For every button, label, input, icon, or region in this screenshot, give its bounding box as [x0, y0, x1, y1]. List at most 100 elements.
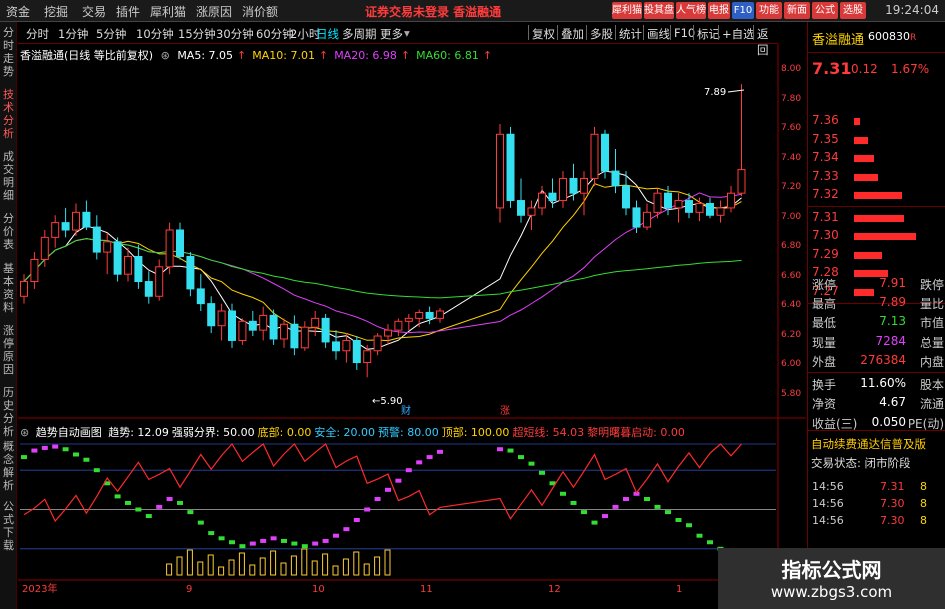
- stat-row: 最高 7.89 量比: [808, 294, 945, 311]
- candle-body: [436, 310, 444, 319]
- top-button-7[interactable]: 公式: [812, 2, 838, 19]
- period-tab-9[interactable]: 多周期: [342, 26, 377, 42]
- top-button-3[interactable]: 电报: [708, 2, 730, 19]
- bid-row: 7.30: [808, 227, 945, 245]
- candle-body: [548, 192, 557, 202]
- quote-panel: 香溢融通 600830R 7.31 0.12 1.67% 7.36 7.35 7.3…: [807, 22, 945, 609]
- chevron-down-icon[interactable]: ▾: [404, 26, 410, 40]
- trend-segment: [333, 533, 339, 538]
- indicator-item-3: 安全: 20.00: [314, 426, 376, 439]
- candle-body: [674, 200, 683, 209]
- menu-item-price[interactable]: 消价额: [242, 3, 278, 20]
- side-tab-0[interactable]: 分时走势: [1, 26, 16, 78]
- candle-body: [176, 229, 184, 258]
- tool-separator: [557, 25, 558, 40]
- period-tab-2[interactable]: 5分钟: [96, 26, 126, 42]
- side-tab-4[interactable]: 基本资料: [1, 262, 16, 314]
- ask-row: 7.35: [808, 131, 945, 149]
- date-tick: 2023年: [22, 582, 57, 595]
- side-tab-2[interactable]: 成交明细: [1, 150, 16, 202]
- trend-segment: [239, 544, 246, 549]
- top-button-8[interactable]: 选股: [840, 2, 866, 19]
- bid-price: 7.29: [812, 246, 839, 261]
- tool-button-6[interactable]: 标记: [697, 26, 720, 42]
- top-button-1[interactable]: 投其盘: [644, 2, 674, 19]
- trend-segment: [675, 517, 682, 522]
- period-tab-5[interactable]: 30分钟: [216, 26, 254, 42]
- side-tab-5[interactable]: 涨停原因: [1, 324, 16, 376]
- trend-segment: [591, 520, 598, 525]
- candle-body: [238, 320, 247, 341]
- menu-item-dig[interactable]: 挖掘: [44, 3, 68, 20]
- tool-button-7[interactable]: +自选: [722, 26, 755, 42]
- stat-label-right: 股本: [919, 378, 944, 392]
- indicator-item-4: 预警: 80.00: [378, 426, 439, 439]
- top-button-2[interactable]: 人气榜: [676, 2, 706, 19]
- bottom-signal-bar: [363, 563, 370, 576]
- candle-body: [590, 133, 599, 179]
- trend-segment: [581, 510, 587, 515]
- period-tab-6[interactable]: 60分钟: [256, 26, 294, 42]
- menu-item-plugins[interactable]: 插件: [116, 3, 140, 20]
- menu-item-funds[interactable]: 资金: [6, 3, 30, 20]
- menu-item-reason[interactable]: 涨原因: [196, 3, 232, 20]
- period-tab-1[interactable]: 1分钟: [58, 26, 88, 42]
- menu-item-cat[interactable]: 犀利猫: [150, 3, 186, 20]
- side-tab-6[interactable]: 历史分析: [1, 386, 16, 438]
- candle-body: [311, 317, 320, 328]
- menu-item-trade[interactable]: 交易: [82, 3, 106, 20]
- tool-button-1[interactable]: 叠加: [561, 26, 584, 42]
- candle-body: [580, 177, 588, 194]
- period-tab-4[interactable]: 15分钟: [178, 26, 216, 42]
- candle-body: [695, 202, 704, 213]
- stat-value: 7.91: [879, 276, 906, 290]
- trend-segment: [654, 504, 661, 509]
- tick-volume: 8: [920, 497, 927, 510]
- trend-segment: [135, 507, 142, 512]
- tool-button-8[interactable]: 返回: [757, 26, 778, 58]
- bid-volume-bar: [854, 233, 916, 240]
- period-tab-3[interactable]: 10分钟: [136, 26, 174, 42]
- indicator-item-5: 顶部: 100.00: [441, 426, 510, 439]
- side-tab-3[interactable]: 分价表: [1, 212, 16, 251]
- period-tab-10[interactable]: 更多: [380, 26, 403, 42]
- kline-chart[interactable]: 7.89 ←5.90财 涨 2023年 9 10 11 12 1: [0, 0, 945, 609]
- trend-segment: [93, 468, 100, 473]
- stat-label-right: 市值: [919, 316, 944, 330]
- clock: 19:24:04: [885, 3, 939, 17]
- side-tab-7[interactable]: 概念解析: [1, 440, 16, 492]
- scroll-message: 自动续费通达信普及版: [811, 437, 926, 451]
- bottom-signal-bar: [311, 560, 318, 576]
- indicator-values: 趋势: 12.09 强弱分界: 50.00 底部: 0.00 安全: 20.00 预警:…: [108, 426, 688, 439]
- bottom-signal-bar: [322, 553, 329, 576]
- top-button-0[interactable]: 犀利猫: [612, 2, 642, 19]
- orderbook-separator: [808, 205, 945, 207]
- trend-segment: [539, 470, 545, 475]
- price-tick: 8.00: [781, 64, 802, 74]
- top-button-4[interactable]: F10: [732, 2, 754, 19]
- candle-body: [20, 281, 28, 297]
- trend-segment: [426, 455, 433, 460]
- trend-segment: [125, 500, 131, 505]
- tool-button-4[interactable]: 画线: [647, 26, 670, 42]
- trend-segment: [260, 538, 267, 543]
- candle-body: [228, 310, 236, 341]
- side-tab-1[interactable]: 技术分析: [1, 88, 16, 140]
- top-button-5[interactable]: 功能: [756, 2, 782, 19]
- period-tab-0[interactable]: 分时: [26, 26, 49, 42]
- price-tick: 6.20: [781, 329, 802, 340]
- candle-body: [538, 192, 546, 209]
- bottom-signal-bar: [301, 548, 308, 576]
- candle-body: [664, 192, 672, 209]
- period-tab-8[interactable]: 日线: [316, 26, 339, 42]
- top-button-6[interactable]: 新面: [784, 2, 810, 19]
- tool-button-0[interactable]: 复权: [532, 26, 555, 42]
- settings-icon[interactable]: ⊛: [20, 426, 29, 439]
- settings-icon[interactable]: ⊛: [161, 49, 170, 62]
- stat-label: 涨停: [812, 278, 837, 292]
- price-tick: 7.00: [781, 211, 802, 222]
- side-tab-8[interactable]: 公式下载: [1, 500, 16, 552]
- tool-button-3[interactable]: 统计: [619, 26, 642, 42]
- tool-button-2[interactable]: 多股: [590, 26, 613, 42]
- candle-body: [217, 310, 226, 327]
